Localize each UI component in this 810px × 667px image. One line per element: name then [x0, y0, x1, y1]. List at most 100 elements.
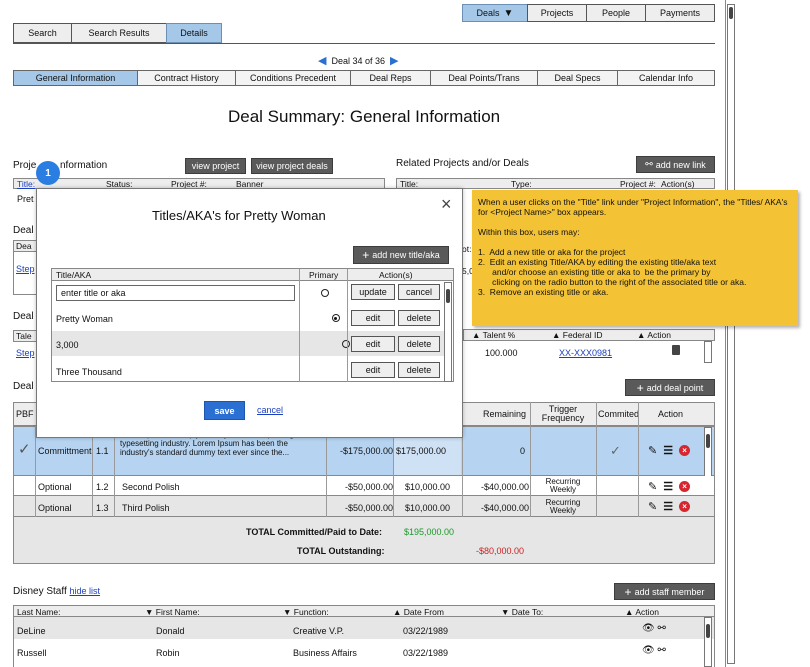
note-item: 3. Remove an existing title or aka. [478, 287, 609, 297]
deal-point-paid: $10,000.00 [405, 482, 451, 492]
staff-scrollbar-thumb[interactable] [706, 624, 710, 638]
related-project-col: Project #: [620, 179, 656, 189]
deal-point-amount: -$50,000.00 [345, 482, 394, 492]
federal-id-header: ▲ Federal ID [552, 330, 603, 340]
add-deal-point-button[interactable]: + add deal point [625, 379, 715, 396]
tab-deal-reps[interactable]: Deal Reps [350, 70, 431, 86]
tab-deal-specs[interactable]: Deal Specs [537, 70, 618, 86]
pbf-header-partial: PBF [16, 409, 34, 419]
update-button[interactable]: update [351, 284, 395, 300]
nav-deals[interactable]: Deals ▼ [462, 4, 528, 22]
deal-reps-heading-partial: Deal [13, 225, 34, 236]
nav-projects[interactable]: Projects [527, 4, 587, 22]
remove-icon[interactable]: × [679, 481, 691, 492]
cancel-button[interactable]: cancel [398, 284, 440, 300]
edit-button[interactable]: edit [351, 310, 395, 326]
talent-scrollbar[interactable] [704, 341, 712, 363]
plus-icon: + [636, 380, 644, 395]
list-icon[interactable]: ☰ [663, 444, 673, 457]
talent-row-link-partial[interactable]: Step [16, 348, 35, 358]
link-icon[interactable]: ⚯ [657, 645, 665, 656]
titles-scrollbar[interactable] [444, 282, 452, 382]
add-new-link-button[interactable]: ⚯ add new link [636, 156, 715, 173]
edit-button[interactable]: edit [351, 362, 395, 378]
deal-points-scrollbar-thumb[interactable] [706, 434, 710, 448]
primary-radio-selected[interactable] [331, 314, 340, 322]
project-row-title: Pret [17, 194, 34, 204]
save-button[interactable]: save [204, 401, 245, 420]
project-title-col-link[interactable]: Title: [17, 179, 35, 189]
note-item: and/or choose an existing title or aka t… [478, 267, 711, 277]
list-icon[interactable]: ☰ [663, 480, 673, 493]
pencil-icon[interactable]: ✎ [648, 480, 657, 493]
annotation-note: When a user clicks on the "Title" link u… [472, 190, 798, 326]
prev-arrow-icon[interactable]: ◀ [318, 54, 326, 67]
dropdown-triangle-icon: ▼ [503, 7, 514, 19]
hide-list-link[interactable]: hide list [70, 586, 101, 596]
remove-icon[interactable]: × [679, 501, 691, 512]
remove-icon[interactable]: × [679, 445, 691, 456]
tab-calendar-info[interactable]: Calendar Info [617, 70, 715, 86]
titles-aka-modal: Titles/AKA's for Pretty Woman × + add new… [36, 188, 463, 438]
tab-baseline [13, 43, 715, 44]
title-input[interactable]: enter title or aka [56, 285, 295, 301]
related-type-col: Type: [511, 179, 532, 189]
trash-icon[interactable] [672, 345, 680, 355]
deal-point-remaining: 0 [520, 446, 526, 456]
view-icon[interactable]: 👁 [642, 623, 655, 634]
note-item: 1. Add a new title or aka for the projec… [478, 247, 626, 257]
deal-point-num: 1.2 [96, 482, 109, 492]
col-divider [326, 426, 327, 517]
deal-point-desc: Third Polish [122, 503, 170, 513]
edit-button[interactable]: edit [351, 336, 395, 352]
federal-id-link[interactable]: XX-XXX0981 [559, 348, 612, 358]
titles-scrollbar-thumb[interactable] [446, 289, 450, 303]
pager: ◀ Deal 34 of 36 ▶ [318, 54, 399, 67]
new-title-primary-radio[interactable] [321, 289, 329, 297]
staff-first: Robin [156, 648, 180, 658]
pencil-icon[interactable]: ✎ [648, 500, 657, 513]
page-scrollbar[interactable] [727, 4, 735, 664]
id-fragment-1: ot: [462, 244, 472, 254]
delete-button[interactable]: delete [398, 310, 440, 326]
cancel-link[interactable]: cancel [257, 405, 283, 415]
page-scrollbar-thumb[interactable] [729, 7, 733, 19]
list-icon[interactable]: ☰ [663, 500, 673, 513]
delete-button[interactable]: delete [398, 336, 440, 352]
tab-search[interactable]: Search [13, 23, 72, 43]
pencil-icon[interactable]: ✎ [648, 444, 657, 457]
add-staff-member-button[interactable]: + add staff member [614, 583, 715, 600]
staff-scrollbar[interactable] [704, 617, 712, 667]
staff-last-header: Last Name: [17, 607, 61, 617]
link-icon[interactable]: ⚯ [657, 623, 665, 634]
tab-details[interactable]: Details [166, 23, 222, 43]
row-actions: ✎ ☰ × [648, 480, 691, 493]
delete-button[interactable]: delete [398, 362, 440, 378]
deal-point-desc: Second Polish [122, 482, 180, 492]
tab-general-information[interactable]: General Information [13, 70, 138, 86]
close-icon[interactable]: × [441, 194, 452, 215]
note-item: clicking on the radio button to the righ… [478, 277, 747, 287]
add-new-title-aka-button[interactable]: + add new title/aka [353, 246, 449, 264]
check-icon: ✓ [18, 441, 31, 458]
view-icon[interactable]: 👁 [642, 645, 655, 656]
staff-row[interactable] [13, 617, 715, 639]
talent-heading-partial: Deal [13, 311, 34, 322]
totals-panel [13, 517, 715, 564]
view-project-button[interactable]: view project [185, 158, 246, 174]
tab-conditions-precedent[interactable]: Conditions Precedent [235, 70, 351, 86]
col-divider [92, 426, 93, 517]
staff-first-header: ▼ First Name: [145, 607, 200, 617]
title-row-text: Three Thousand [56, 367, 122, 377]
view-project-deals-button[interactable]: view project deals [251, 158, 333, 174]
page-title: Deal Summary: General Information [228, 107, 501, 126]
tab-contract-history[interactable]: Contract History [137, 70, 236, 86]
tab-search-results[interactable]: Search Results [71, 23, 167, 43]
tab-deal-points-trans[interactable]: Deal Points/Trans [430, 70, 538, 86]
nav-people[interactable]: People [586, 4, 646, 22]
plus-icon: + [362, 248, 370, 262]
action-header: Action [658, 409, 684, 419]
next-arrow-icon[interactable]: ▶ [390, 54, 398, 67]
nav-payments[interactable]: Payments [645, 4, 715, 22]
staff-row[interactable] [13, 639, 715, 667]
